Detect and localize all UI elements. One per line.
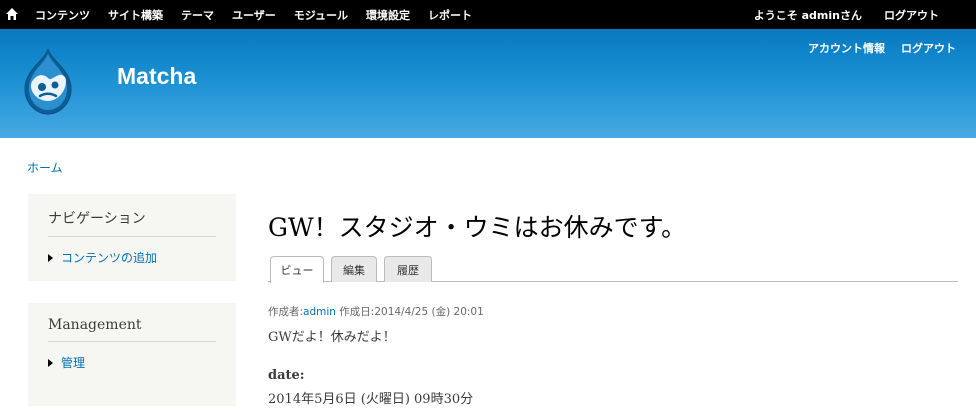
triangle-right-icon: [48, 358, 53, 367]
toolbar-item-appearance[interactable]: テーマ: [181, 7, 214, 23]
management-block-title: Management: [48, 317, 216, 342]
breadcrumb-home[interactable]: ホーム: [27, 159, 63, 176]
author-label: 作成者:: [268, 306, 304, 318]
date-field-label: date:: [268, 368, 305, 383]
triangle-right-icon: [48, 253, 53, 262]
welcome-text[interactable]: ようこそ adminさん: [754, 7, 862, 23]
secondary-menu: アカウント情報 ログアウト: [792, 40, 956, 56]
toolbar-user: ようこそ adminさん ログアウト: [754, 0, 939, 29]
management-block: Management 管理: [28, 303, 236, 406]
node-body: GWだよ！休みだよ！: [268, 330, 396, 345]
tab-revisions[interactable]: 履歴: [384, 256, 432, 282]
toolbar-item-structure[interactable]: サイト構築: [108, 7, 163, 23]
site-name[interactable]: Matcha: [117, 63, 196, 90]
tab-view[interactable]: ビュー: [270, 256, 324, 283]
navigation-block: ナビゲーション コンテンツの追加: [28, 194, 236, 281]
toolbar-item-configuration[interactable]: 環境設定: [366, 7, 410, 23]
date-field-value: 2014年5月6日 (火曜日) 09時30分: [268, 392, 474, 407]
site-header: Matcha アカウント情報 ログアウト: [0, 29, 976, 138]
page-title: GW！スタジオ・ウミはお休みです。: [268, 213, 687, 242]
toolbar-item-reports[interactable]: レポート: [428, 7, 472, 23]
drupal-logo-icon[interactable]: [23, 47, 73, 117]
tab-edit[interactable]: 編集: [331, 256, 377, 282]
toolbar-item-people[interactable]: ユーザー: [232, 7, 276, 23]
toolbar-menu: コンテンツ サイト構築 テーマ ユーザー モジュール 環境設定 レポート: [35, 0, 490, 29]
home-icon[interactable]: [5, 7, 19, 21]
navigation-block-title: ナビゲーション: [48, 208, 216, 237]
toolbar-logout-link[interactable]: ログアウト: [884, 7, 939, 23]
created-date: 作成日:2014/4/25 (金) 20:01: [335, 306, 484, 318]
toolbar-item-modules[interactable]: モジュール: [294, 7, 348, 23]
logout-link[interactable]: ログアウト: [901, 40, 956, 56]
account-link[interactable]: アカウント情報: [808, 40, 885, 56]
nav-item-label[interactable]: コンテンツの追加: [61, 249, 157, 266]
node-tabs: ビュー 編集 履歴: [268, 254, 958, 283]
mgmt-item-admin[interactable]: 管理: [48, 354, 216, 371]
admin-toolbar: コンテンツ サイト構築 テーマ ユーザー モジュール 環境設定 レポート ようこ…: [0, 0, 976, 29]
submitted-info: 作成者:admin 作成日:2014/4/25 (金) 20:01: [268, 304, 484, 319]
mgmt-item-label[interactable]: 管理: [61, 354, 85, 371]
toolbar-item-content[interactable]: コンテンツ: [35, 7, 90, 23]
author-link[interactable]: admin: [303, 306, 336, 318]
nav-item-add-content[interactable]: コンテンツの追加: [48, 249, 216, 266]
